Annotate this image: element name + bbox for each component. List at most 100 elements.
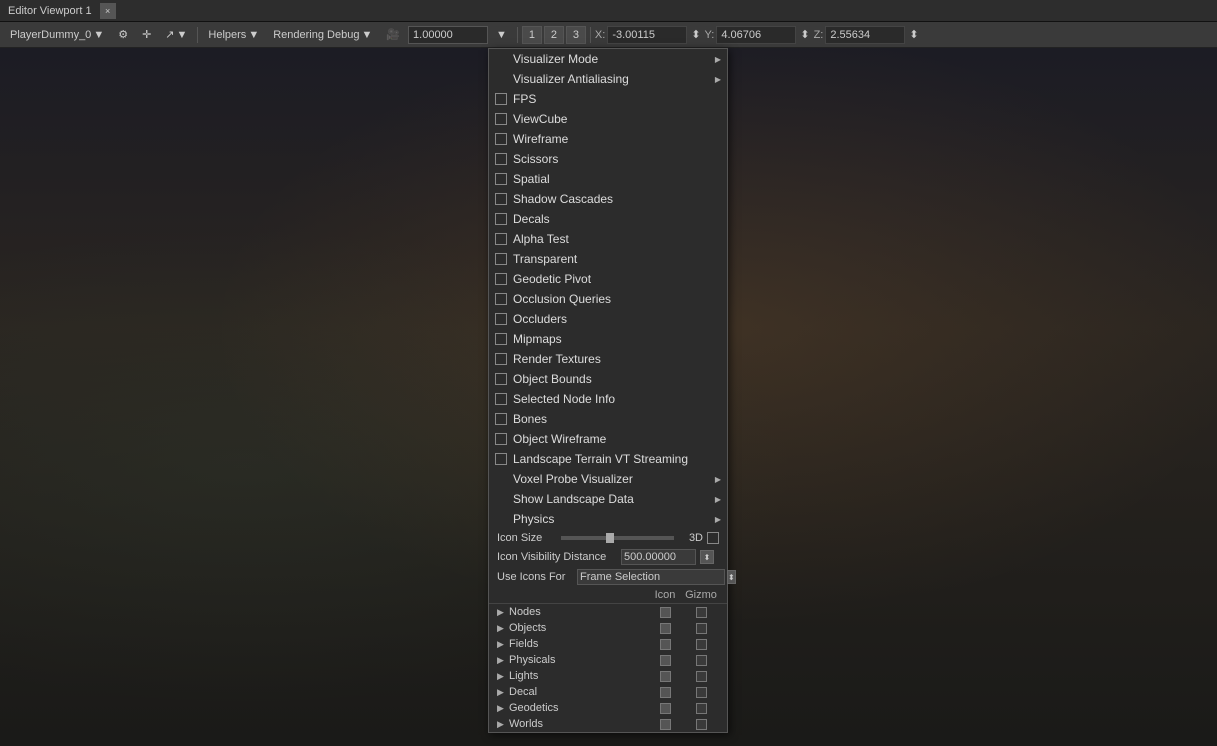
menu-item-decals[interactable]: Decals	[489, 209, 727, 229]
icon-checkbox[interactable]	[647, 703, 683, 714]
icon-vis-expand[interactable]: ⬍	[700, 550, 714, 564]
menu-item-geodetic-pivot[interactable]: Geodetic Pivot	[489, 269, 727, 289]
menu-item-landscape-terrain-vt[interactable]: Landscape Terrain VT Streaming	[489, 449, 727, 469]
menu-item-physics[interactable]: Physics	[489, 509, 727, 529]
menu-item-wireframe[interactable]: Wireframe	[489, 129, 727, 149]
x-expand[interactable]: ⬍	[689, 28, 702, 41]
icon-checkbox[interactable]	[647, 671, 683, 682]
checkbox-viewcube[interactable]	[495, 113, 507, 125]
gizmo-checkbox[interactable]	[683, 687, 719, 698]
3d-checkbox[interactable]	[707, 532, 719, 544]
gizmo-checkbox[interactable]	[683, 623, 719, 634]
icon-row-decal[interactable]: ▶Decal	[489, 684, 727, 700]
menu-item-scissors[interactable]: Scissors	[489, 149, 727, 169]
expand-icon[interactable]: ▶	[497, 655, 507, 666]
icon-vis-input[interactable]	[621, 549, 696, 565]
menu-item-object-wireframe[interactable]: Object Wireframe	[489, 429, 727, 449]
expand-icon[interactable]: ▶	[497, 639, 507, 650]
helpers-menu[interactable]: Helpers ▼	[202, 27, 265, 43]
num2-button[interactable]: 2	[544, 26, 564, 44]
icon-row-lights[interactable]: ▶Lights	[489, 668, 727, 684]
menu-item-selected-node-info[interactable]: Selected Node Info	[489, 389, 727, 409]
checkbox-selected-node-info[interactable]	[495, 393, 507, 405]
expand-icon[interactable]: ▶	[497, 719, 507, 730]
expand-icon[interactable]: ▶	[497, 703, 507, 714]
menu-item-voxel-probe[interactable]: Voxel Probe Visualizer	[489, 469, 727, 489]
speed-dropdown[interactable]: ▼	[490, 27, 513, 43]
checkbox-mipmaps[interactable]	[495, 333, 507, 345]
menu-item-occluders[interactable]: Occluders	[489, 309, 727, 329]
x-input[interactable]	[607, 26, 687, 44]
menu-item-mipmaps[interactable]: Mipmaps	[489, 329, 727, 349]
menu-item-alpha-test[interactable]: Alpha Test	[489, 229, 727, 249]
menu-item-shadow-cascades[interactable]: Shadow Cascades	[489, 189, 727, 209]
close-button[interactable]: ×	[100, 3, 116, 19]
checkbox-alpha-test[interactable]	[495, 233, 507, 245]
icon-row-nodes[interactable]: ▶Nodes	[489, 604, 727, 620]
transform-button[interactable]: ↗ ▼	[159, 26, 193, 43]
rendering-debug-menu[interactable]: Rendering Debug ▼	[267, 27, 378, 43]
expand-icon[interactable]: ▶	[497, 623, 507, 634]
y-input[interactable]	[716, 26, 796, 44]
checkbox-spatial[interactable]	[495, 173, 507, 185]
menu-item-occlusion-queries[interactable]: Occlusion Queries	[489, 289, 727, 309]
expand-icon[interactable]: ▶	[497, 607, 507, 618]
icon-checkbox[interactable]	[647, 623, 683, 634]
checkbox-shadow-cascades[interactable]	[495, 193, 507, 205]
icon-size-slider[interactable]	[561, 536, 674, 540]
z-input[interactable]	[825, 26, 905, 44]
expand-icon[interactable]: ▶	[497, 671, 507, 682]
menu-item-visualizer-mode[interactable]: Visualizer Mode	[489, 49, 727, 69]
gizmo-checkbox[interactable]	[683, 671, 719, 682]
icon-checkbox[interactable]	[647, 655, 683, 666]
icon-checkbox[interactable]	[647, 719, 683, 730]
checkbox-bones[interactable]	[495, 413, 507, 425]
menu-item-show-landscape-data[interactable]: Show Landscape Data	[489, 489, 727, 509]
speed-input[interactable]	[408, 26, 488, 44]
menu-item-render-textures[interactable]: Render Textures	[489, 349, 727, 369]
num3-button[interactable]: 3	[566, 26, 586, 44]
gizmo-checkbox[interactable]	[683, 607, 719, 618]
checkbox-transparent[interactable]	[495, 253, 507, 265]
checkbox-occlusion-queries[interactable]	[495, 293, 507, 305]
icon-row-geodetics[interactable]: ▶Geodetics	[489, 700, 727, 716]
icon-row-objects[interactable]: ▶Objects	[489, 620, 727, 636]
icon-checkbox[interactable]	[647, 687, 683, 698]
menu-item-visualizer-antialiasing[interactable]: Visualizer Antialiasing	[489, 69, 727, 89]
entity-selector[interactable]: PlayerDummy_0 ▼	[4, 27, 110, 43]
icon-row-fields[interactable]: ▶Fields	[489, 636, 727, 652]
use-icons-expand[interactable]: ⬍	[727, 570, 736, 584]
icon-row-worlds[interactable]: ▶Worlds	[489, 716, 727, 732]
camera-button[interactable]: 🎥	[380, 26, 406, 43]
checkbox-object-wireframe[interactable]	[495, 433, 507, 445]
checkbox-geodetic-pivot[interactable]	[495, 273, 507, 285]
menu-item-object-bounds[interactable]: Object Bounds	[489, 369, 727, 389]
menu-item-fps[interactable]: FPS	[489, 89, 727, 109]
checkbox-scissors[interactable]	[495, 153, 507, 165]
slider-thumb[interactable]	[606, 533, 614, 543]
gizmo-checkbox[interactable]	[683, 655, 719, 666]
checkbox-fps[interactable]	[495, 93, 507, 105]
num1-button[interactable]: 1	[522, 26, 542, 44]
icon-checkbox[interactable]	[647, 639, 683, 650]
expand-icon[interactable]: ▶	[497, 687, 507, 698]
icon-checkbox[interactable]	[647, 607, 683, 618]
checkbox-render-textures[interactable]	[495, 353, 507, 365]
y-expand[interactable]: ⬍	[798, 28, 811, 41]
use-icons-input[interactable]	[577, 569, 725, 585]
gizmo-checkbox[interactable]	[683, 719, 719, 730]
checkbox-occluders[interactable]	[495, 313, 507, 325]
menu-item-transparent[interactable]: Transparent	[489, 249, 727, 269]
icon-row-physicals[interactable]: ▶Physicals	[489, 652, 727, 668]
gizmo-checkbox[interactable]	[683, 639, 719, 650]
checkbox-wireframe[interactable]	[495, 133, 507, 145]
menu-item-spatial[interactable]: Spatial	[489, 169, 727, 189]
menu-item-viewcube[interactable]: ViewCube	[489, 109, 727, 129]
crosshair-button[interactable]: ✛	[136, 26, 157, 43]
z-expand[interactable]: ⬍	[907, 28, 920, 41]
gizmo-checkbox[interactable]	[683, 703, 719, 714]
menu-item-bones[interactable]: Bones	[489, 409, 727, 429]
checkbox-object-bounds[interactable]	[495, 373, 507, 385]
gear-button[interactable]: ⚙	[112, 26, 134, 43]
checkbox-decals[interactable]	[495, 213, 507, 225]
